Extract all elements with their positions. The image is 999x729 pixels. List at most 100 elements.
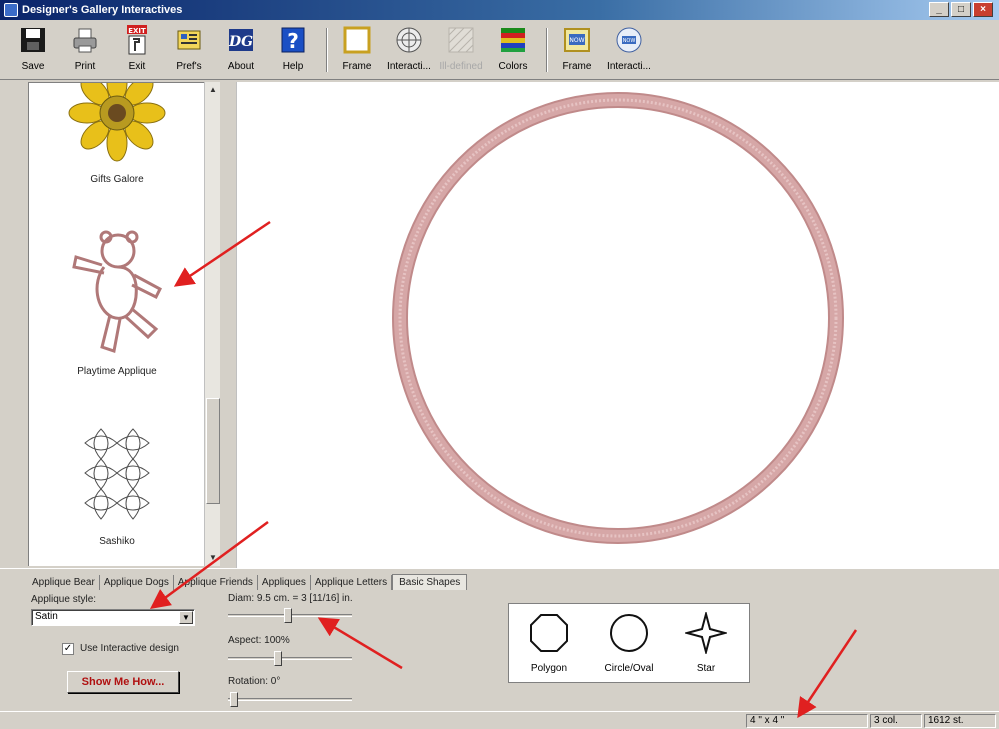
minimize-button[interactable]: _ <box>929 2 949 17</box>
toolbar-disabled-button[interactable]: Ill-defined <box>438 20 484 76</box>
toolbar-save-button[interactable]: Save <box>10 20 56 76</box>
design-canvas[interactable] <box>236 82 999 568</box>
gallery-caption: Sashiko <box>99 536 135 547</box>
scroll-up-icon[interactable]: ▲ <box>205 82 221 98</box>
toolbar-now-interactive-button[interactable]: NOW Interacti... <box>606 20 652 76</box>
exit-badge: EXIT <box>128 27 146 35</box>
aspect-slider-knob[interactable] <box>274 651 282 666</box>
applique-style-label: Applique style: <box>31 594 97 605</box>
rotation-slider-knob[interactable] <box>230 692 238 707</box>
design-gallery[interactable]: Gifts Galore Playtime Applique Sashiko <box>28 82 204 566</box>
shape-polygon-button[interactable]: Polygon <box>514 612 584 674</box>
aspect-slider[interactable] <box>228 651 352 666</box>
colors-icon <box>497 24 529 56</box>
status-bar: 4 " x 4 " 3 col. 1612 st. <box>0 711 999 729</box>
gallery-scrollbar[interactable]: ▲ ▼ <box>204 82 220 566</box>
toolbar-now-frame-button[interactable]: NOW Frame <box>554 20 600 76</box>
frame-icon <box>341 24 373 56</box>
rotation-label: Rotation: 0° <box>228 676 281 687</box>
shape-label: Polygon <box>530 663 568 674</box>
slider-track <box>228 657 352 660</box>
tab-applique-dogs[interactable]: Applique Dogs <box>100 575 174 590</box>
toolbar-label: Exit <box>128 61 146 72</box>
interactive-icon <box>393 24 425 56</box>
diameter-slider[interactable] <box>228 608 352 623</box>
gallery-item-playtime-applique[interactable]: Playtime Applique <box>29 223 204 377</box>
tab-basic-shapes[interactable]: Basic Shapes <box>392 574 468 590</box>
maximize-button[interactable]: □ <box>951 2 971 17</box>
toolbar-separator <box>326 28 328 72</box>
star-icon <box>683 610 729 656</box>
now-interactive-icon: NOW <box>613 24 645 56</box>
toolbar-label: About <box>227 61 255 72</box>
tab-appliques[interactable]: Appliques <box>258 575 311 590</box>
toolbar-separator <box>546 28 548 72</box>
use-interactive-label: Use Interactive design <box>80 643 179 654</box>
circle-ring <box>394 94 842 542</box>
about-icon: DG <box>225 24 257 56</box>
diameter-slider-knob[interactable] <box>284 608 292 623</box>
disabled-pattern-icon <box>445 24 477 56</box>
slider-track <box>228 698 352 701</box>
shape-star-button[interactable]: Star <box>671 610 741 674</box>
applique-style-value: Satin <box>35 611 58 622</box>
toolbar-about-button[interactable]: DG About <box>218 20 264 76</box>
toolbar-label: Frame <box>562 61 592 72</box>
circle-icon <box>610 614 648 652</box>
toolbar-label: Print <box>74 61 96 72</box>
toolbar-exit-button[interactable]: EXIT Exit <box>114 20 160 76</box>
svg-text:DG: DG <box>228 34 253 50</box>
toolbar-label: Colors <box>498 61 528 72</box>
toolbar-label: Interacti... <box>607 61 651 72</box>
chevron-down-icon[interactable]: ▼ <box>179 611 193 624</box>
toolbar-print-button[interactable]: Print <box>62 20 108 76</box>
tab-applique-letters[interactable]: Applique Letters <box>311 575 393 590</box>
toolbar-label: Ill-defined <box>439 61 483 72</box>
status-stitch-count: 1612 st. <box>924 714 996 728</box>
preferences-icon <box>173 24 205 56</box>
use-interactive-checkbox[interactable]: ✓ <box>62 643 74 655</box>
svg-text:NOW: NOW <box>623 38 636 44</box>
tab-applique-bear[interactable]: Applique Bear <box>28 575 100 590</box>
help-icon: ? <box>277 24 309 56</box>
status-message <box>4 714 744 728</box>
bear-thumbnail <box>72 230 162 353</box>
window-controls: _ □ × <box>929 2 993 17</box>
toolbar-label: Frame <box>342 61 372 72</box>
toolbar-preferences-button[interactable]: Pref's <box>166 20 212 76</box>
diameter-label: Diam: 9.5 cm. = 3 [11/16] in. <box>228 593 353 604</box>
title-bar: Designer's Gallery Interactives _ □ × <box>0 0 999 20</box>
basic-shapes-palette: Polygon Circle/Oval Star <box>508 603 750 683</box>
hoop-preview <box>392 92 844 544</box>
left-gutter <box>0 82 28 566</box>
close-button[interactable]: × <box>973 2 993 17</box>
app-icon <box>4 3 18 17</box>
tab-applique-friends[interactable]: Applique Friends <box>174 575 258 590</box>
gallery-item-sashiko[interactable]: Sashiko <box>29 413 204 547</box>
svg-text:NOW: NOW <box>569 37 584 44</box>
gallery-caption: Gifts Galore <box>90 174 144 185</box>
toolbar-label: Help <box>282 61 304 72</box>
scroll-thumb[interactable] <box>206 398 220 504</box>
octagon-icon <box>530 614 568 652</box>
toolbar: Save Print EXIT Exit Pref's DG About ? H… <box>0 20 999 80</box>
scroll-down-icon[interactable]: ▼ <box>205 550 221 566</box>
sashiko-thumbnail <box>84 428 150 520</box>
toolbar-label: Pref's <box>176 61 202 72</box>
applique-style-select[interactable]: Satin ▼ <box>31 609 195 626</box>
print-icon <box>69 24 101 56</box>
aspect-label: Aspect: 100% <box>228 635 290 646</box>
category-tabs: Applique Bear Applique Dogs Applique Fri… <box>28 572 468 590</box>
toolbar-help-button[interactable]: ? Help <box>270 20 316 76</box>
shape-circle-oval-button[interactable]: Circle/Oval <box>594 612 664 674</box>
sunflower-thumbnail <box>68 83 166 162</box>
rotation-slider[interactable] <box>228 692 352 707</box>
gallery-item-gifts-galore[interactable]: Gifts Galore <box>29 83 204 185</box>
exit-icon: EXIT <box>121 24 153 56</box>
toolbar-label: Save <box>21 61 45 72</box>
panel-splitter[interactable] <box>220 82 236 566</box>
toolbar-frame-button[interactable]: Frame <box>334 20 380 76</box>
toolbar-interactive-button[interactable]: Interacti... <box>386 20 432 76</box>
show-me-how-button[interactable]: Show Me How... <box>67 671 179 693</box>
toolbar-colors-button[interactable]: Colors <box>490 20 536 76</box>
